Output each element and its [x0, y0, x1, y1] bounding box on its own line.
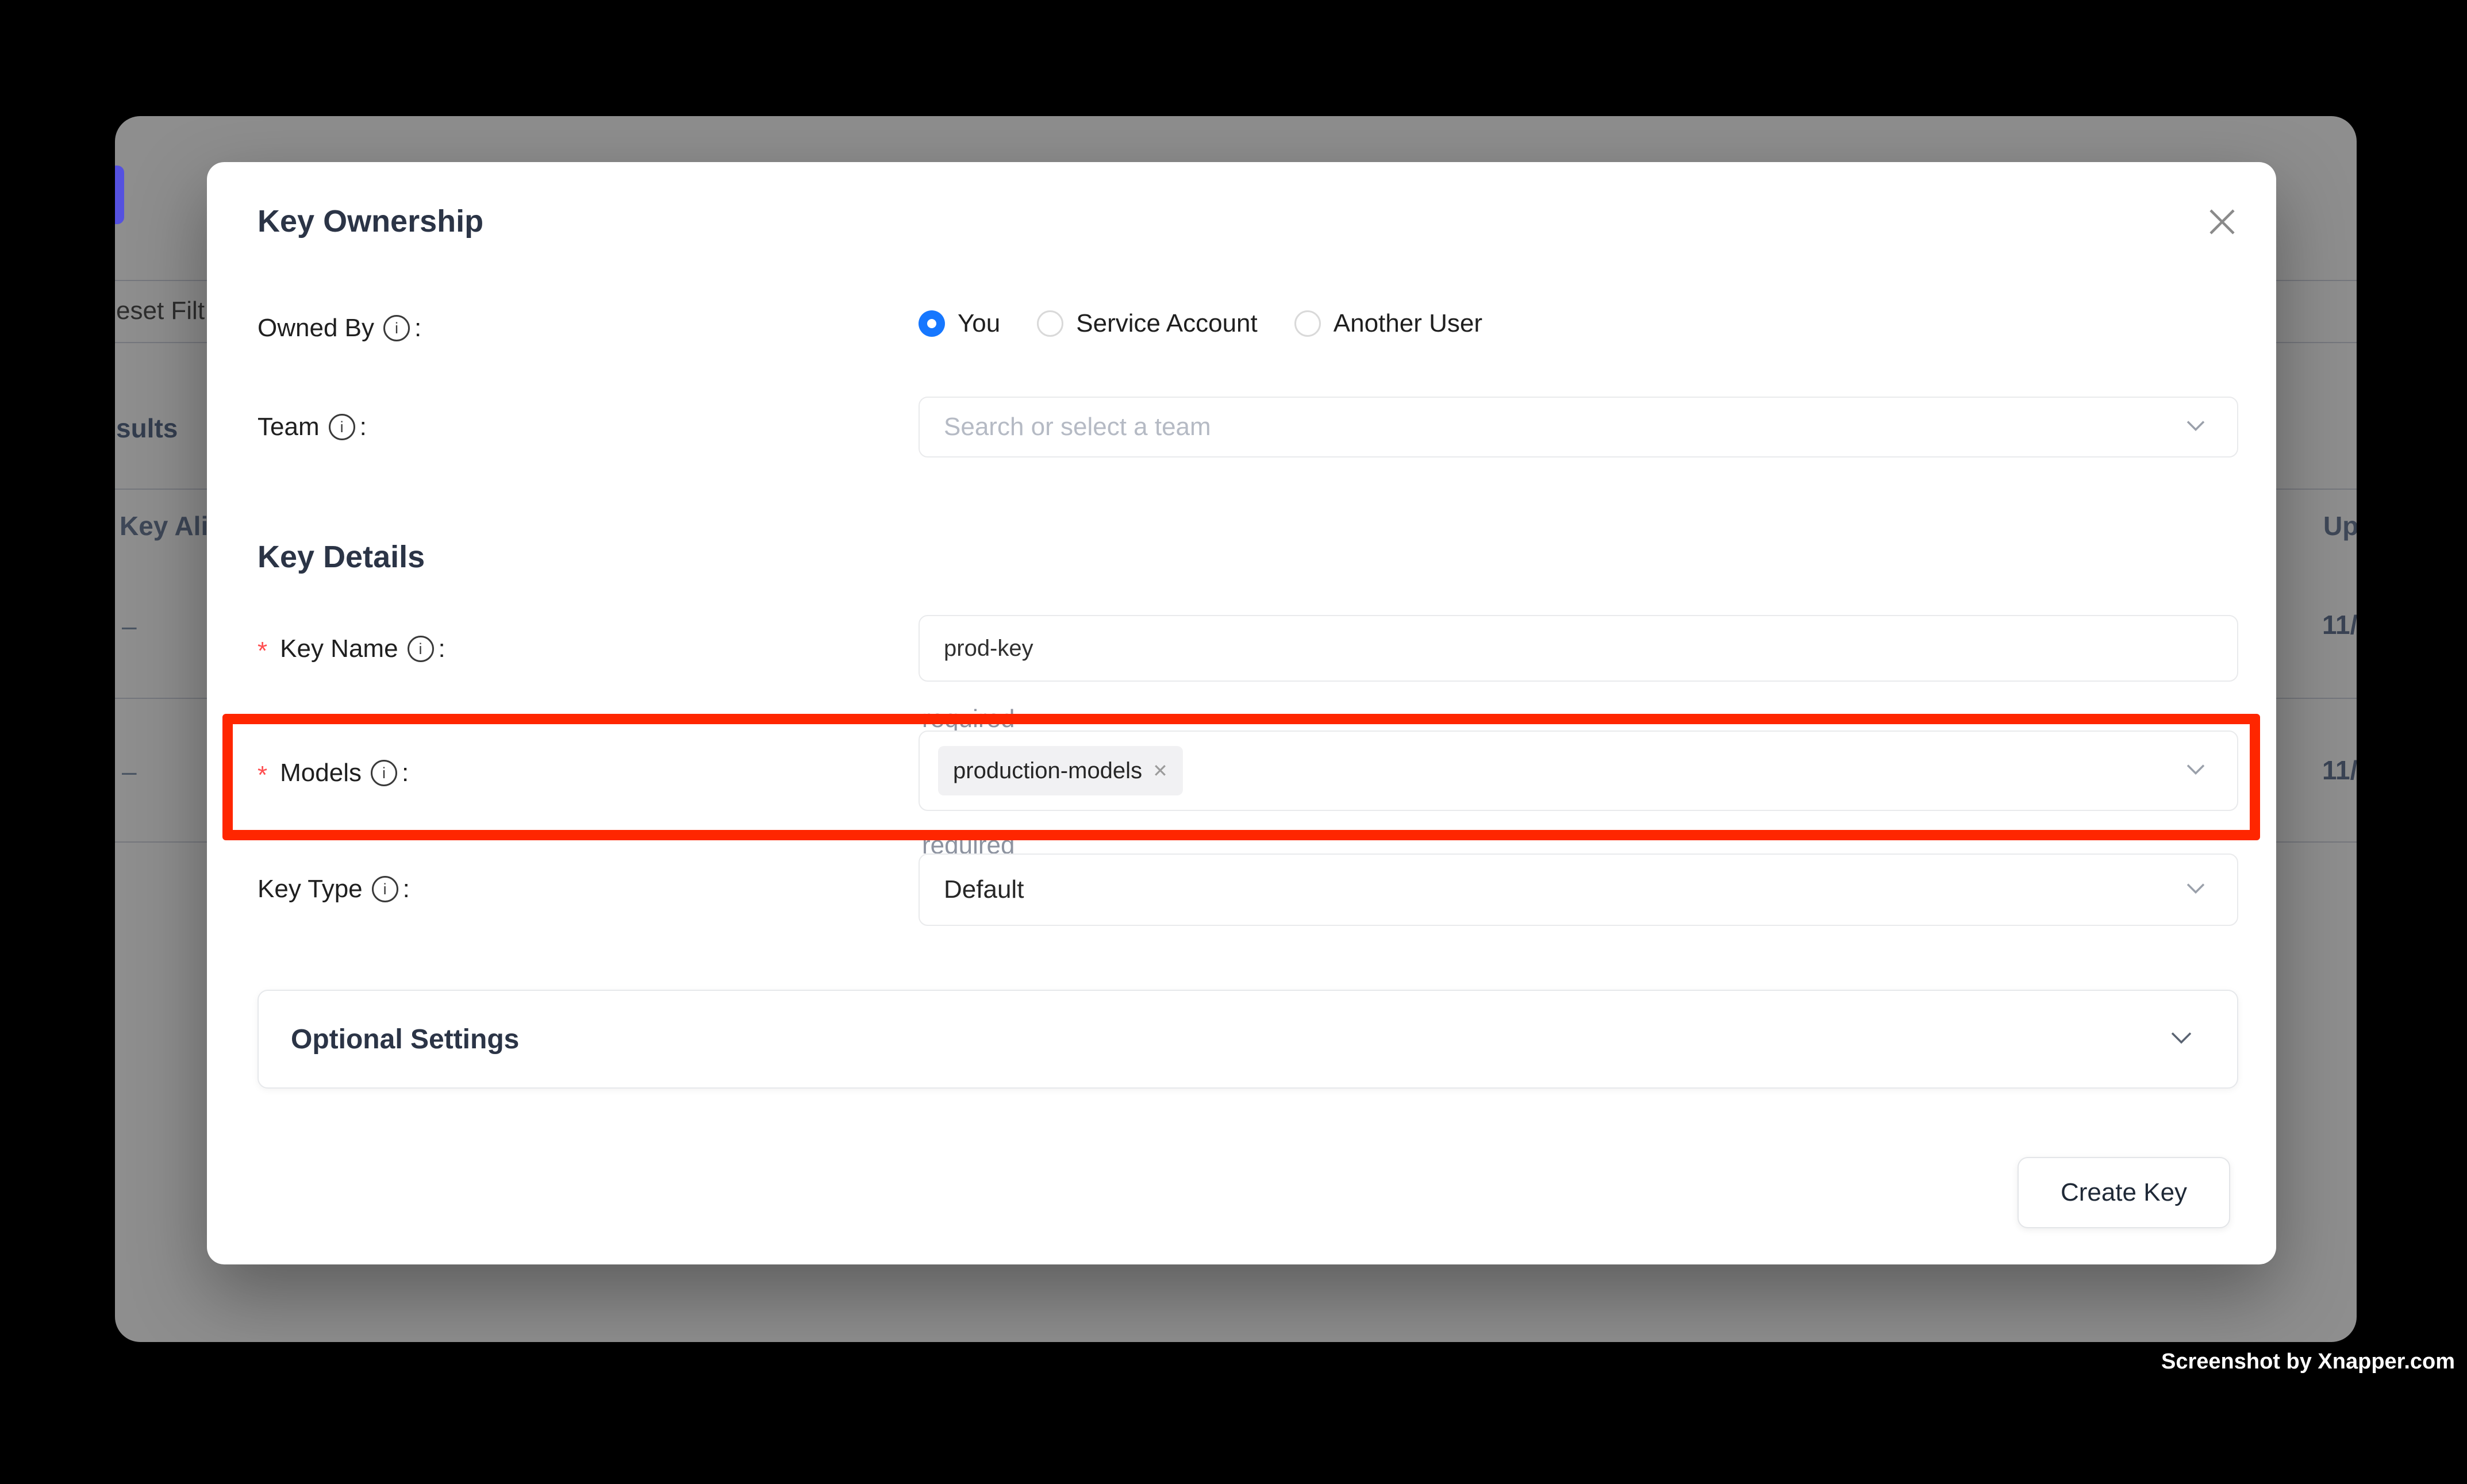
- models-label: * Models i :: [258, 759, 409, 787]
- radio-unselected-icon[interactable]: [1294, 310, 1321, 337]
- label-colon: :: [414, 314, 421, 343]
- create-key-button[interactable]: Create Key: [2018, 1157, 2230, 1228]
- key-name-validation-message: required: [922, 705, 1015, 733]
- key-type-label-text: Key Type: [258, 875, 363, 904]
- radio-selected-icon[interactable]: [919, 310, 945, 337]
- label-colon: :: [403, 875, 410, 904]
- selected-model-tag-label: production-models: [953, 758, 1142, 784]
- key-name-label: * Key Name i :: [258, 635, 445, 663]
- required-asterisk: *: [258, 761, 267, 790]
- chevron-down-icon: [2185, 419, 2206, 436]
- close-icon[interactable]: [2206, 206, 2238, 238]
- team-select-placeholder: Search or select a team: [944, 413, 1211, 441]
- table-row-cell-date: 11/: [2322, 755, 2357, 786]
- table-row-cell-dash: –: [122, 610, 137, 641]
- reset-filters-button-fragment[interactable]: eset Filt: [116, 297, 205, 325]
- owned-by-label-text: Owned By: [258, 314, 374, 343]
- label-colon: :: [402, 759, 409, 787]
- radio-another-user-label: Another User: [1334, 309, 1482, 338]
- team-select[interactable]: Search or select a team: [919, 397, 2238, 457]
- key-type-value: Default: [944, 875, 1024, 904]
- key-type-select[interactable]: Default: [919, 854, 2238, 926]
- owned-by-label: Owned By i :: [258, 314, 421, 343]
- info-icon[interactable]: i: [371, 760, 397, 786]
- radio-service-account-label: Service Account: [1076, 309, 1258, 338]
- team-label-text: Team: [258, 413, 320, 441]
- optional-settings-toggle[interactable]: Optional Settings: [258, 990, 2238, 1089]
- models-label-text: Models: [280, 759, 362, 787]
- table-header-updated: Up: [2323, 510, 2357, 541]
- table-row-cell-dash: –: [122, 756, 137, 787]
- results-count-fragment: sults: [116, 413, 178, 444]
- selected-model-tag: production-models ✕: [938, 746, 1183, 795]
- screenshot-canvas: { "watermark": "Screenshot by Xnapper.co…: [0, 0, 2467, 1484]
- key-name-input[interactable]: prod-key: [919, 615, 2238, 682]
- clipped-blue-button-fragment: [115, 166, 124, 224]
- modal-title-key-ownership: Key Ownership: [258, 203, 483, 239]
- label-colon: :: [360, 413, 367, 441]
- optional-settings-label: Optional Settings: [291, 1024, 519, 1055]
- radio-service-account[interactable]: Service Account: [1037, 309, 1258, 338]
- info-icon[interactable]: i: [372, 876, 398, 902]
- radio-unselected-icon[interactable]: [1037, 310, 1063, 337]
- chevron-down-icon: [2185, 763, 2206, 779]
- required-asterisk: *: [258, 637, 267, 666]
- table-row-cell-date: 11/: [2322, 609, 2357, 640]
- info-icon[interactable]: i: [408, 636, 434, 662]
- radio-another-user[interactable]: Another User: [1294, 309, 1482, 338]
- chevron-down-icon: [2185, 882, 2206, 898]
- info-icon[interactable]: i: [383, 315, 410, 341]
- label-colon: :: [439, 635, 445, 663]
- team-label: Team i :: [258, 413, 367, 441]
- key-type-label: Key Type i :: [258, 875, 410, 904]
- create-key-modal: Key Ownership Owned By i : You Service A…: [207, 162, 2276, 1264]
- owned-by-radio-group: You Service Account Another User: [919, 309, 1482, 338]
- key-name-value: prod-key: [944, 636, 1033, 662]
- info-icon[interactable]: i: [329, 414, 355, 440]
- key-name-label-text: Key Name: [280, 635, 398, 663]
- xnapper-watermark: Screenshot by Xnapper.com: [2161, 1350, 2455, 1374]
- models-select[interactable]: production-models ✕: [919, 731, 2238, 811]
- radio-you-label: You: [958, 309, 1000, 338]
- section-title-key-details: Key Details: [258, 539, 425, 575]
- chevron-down-icon: [2169, 1030, 2193, 1049]
- radio-you[interactable]: You: [919, 309, 1000, 338]
- remove-tag-icon[interactable]: ✕: [1152, 760, 1168, 782]
